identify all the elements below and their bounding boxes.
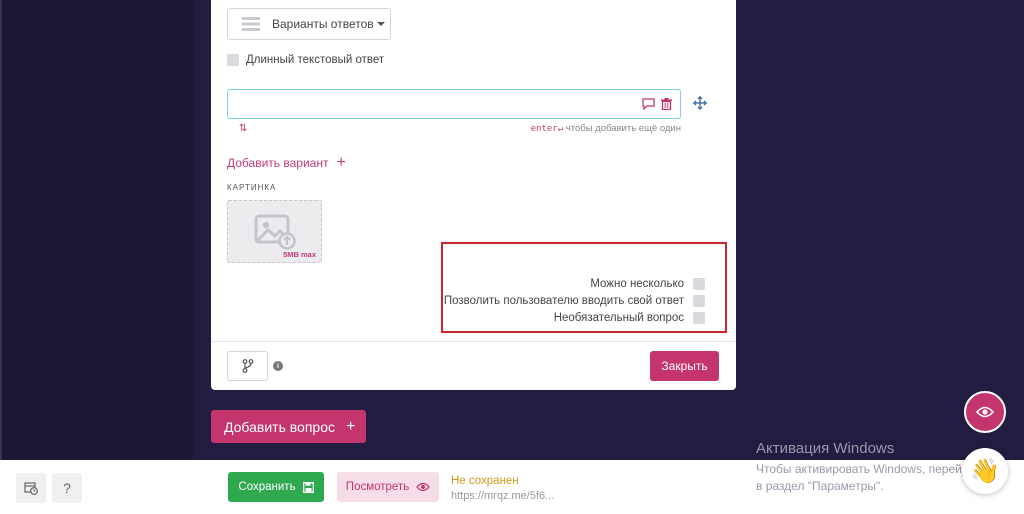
activation-title: Активация Windows bbox=[756, 440, 895, 457]
save-status: Не сохранен bbox=[451, 475, 519, 487]
sort-arrows-icon[interactable]: ⇅ bbox=[239, 123, 247, 134]
add-variant-label: Добавить вариант bbox=[227, 156, 329, 170]
option-multiple-checkbox[interactable] bbox=[693, 278, 705, 290]
hand-icon: 👋 bbox=[970, 457, 1000, 485]
option-own-answer-label: Позволить пользователю вводить свой отве… bbox=[443, 295, 684, 307]
enter-hint-text: чтобы добавить ещё один bbox=[563, 123, 681, 134]
comment-icon[interactable] bbox=[642, 98, 655, 110]
answers-type-label: Варианты ответов bbox=[272, 17, 374, 31]
option-optional-checkbox[interactable] bbox=[693, 312, 705, 324]
option-optional-label: Необязательный вопрос bbox=[553, 312, 684, 324]
enter-key-label: enter↵ bbox=[530, 124, 564, 134]
card-divider bbox=[211, 341, 736, 342]
chevron-down-icon bbox=[376, 22, 385, 26]
branching-button[interactable] bbox=[227, 351, 268, 381]
answers-type-dropdown[interactable]: Варианты ответов bbox=[227, 8, 391, 40]
eye-icon bbox=[416, 482, 431, 492]
trash-icon[interactable] bbox=[661, 98, 672, 110]
option-own-answer-checkbox[interactable] bbox=[693, 295, 705, 307]
quiz-url[interactable]: https://mrqz.me/5f6... bbox=[451, 490, 554, 502]
option-multiple-label: Можно несколько bbox=[590, 278, 684, 290]
save-button[interactable]: Сохранить bbox=[228, 472, 324, 502]
long-text-option[interactable]: Длинный текстовый ответ bbox=[227, 54, 384, 66]
plus-icon: + bbox=[345, 417, 356, 435]
list-icon bbox=[242, 17, 260, 31]
sidebar-edge bbox=[0, 0, 2, 460]
plus-icon: + bbox=[336, 154, 346, 171]
enter-hint: enter↵ чтобы добавить ещё один bbox=[531, 123, 681, 134]
variant-input[interactable] bbox=[227, 89, 681, 119]
preview-label: Посмотреть bbox=[345, 481, 410, 493]
picture-upload-area[interactable]: 5MB max bbox=[227, 200, 322, 263]
chat-widget-button[interactable]: 👋 bbox=[962, 448, 1008, 494]
floppy-icon bbox=[302, 481, 314, 493]
history-button[interactable] bbox=[16, 473, 46, 503]
long-text-label: Длинный текстовый ответ bbox=[246, 54, 385, 66]
long-text-checkbox[interactable] bbox=[227, 54, 239, 66]
option-multiple[interactable]: Можно несколько bbox=[590, 278, 705, 290]
close-button[interactable]: Закрыть bbox=[650, 351, 719, 381]
add-question-button[interactable]: Добавить вопрос + bbox=[211, 410, 366, 443]
image-upload-icon bbox=[254, 214, 296, 250]
save-label: Сохранить bbox=[238, 481, 296, 493]
eye-icon bbox=[976, 406, 994, 418]
move-icon[interactable] bbox=[693, 96, 707, 110]
option-own-answer[interactable]: Позволить пользователю вводить свой отве… bbox=[444, 295, 705, 307]
help-button[interactable]: ? bbox=[52, 473, 82, 503]
picture-size-limit: 5MB max bbox=[283, 250, 316, 259]
branch-icon bbox=[242, 359, 253, 373]
info-icon[interactable]: i bbox=[273, 361, 283, 371]
clock-calendar-icon bbox=[24, 482, 38, 495]
option-optional[interactable]: Необязательный вопрос bbox=[554, 312, 705, 324]
add-variant-link[interactable]: Добавить вариант + bbox=[227, 154, 346, 171]
left-sidebar-panel bbox=[0, 0, 193, 460]
activation-text: Чтобы активировать Windows, перейдите в … bbox=[756, 462, 988, 493]
preview-button[interactable]: Посмотреть bbox=[337, 472, 439, 502]
add-question-label: Добавить вопрос bbox=[224, 418, 335, 435]
preview-fab[interactable] bbox=[964, 391, 1006, 433]
options-highlight-frame: Можно несколько Позволить пользователю в… bbox=[441, 242, 727, 333]
windows-activation-watermark: Активация Windows Чтобы активировать Win… bbox=[756, 440, 996, 495]
picture-section-label: КАРТИНКА bbox=[227, 183, 277, 192]
